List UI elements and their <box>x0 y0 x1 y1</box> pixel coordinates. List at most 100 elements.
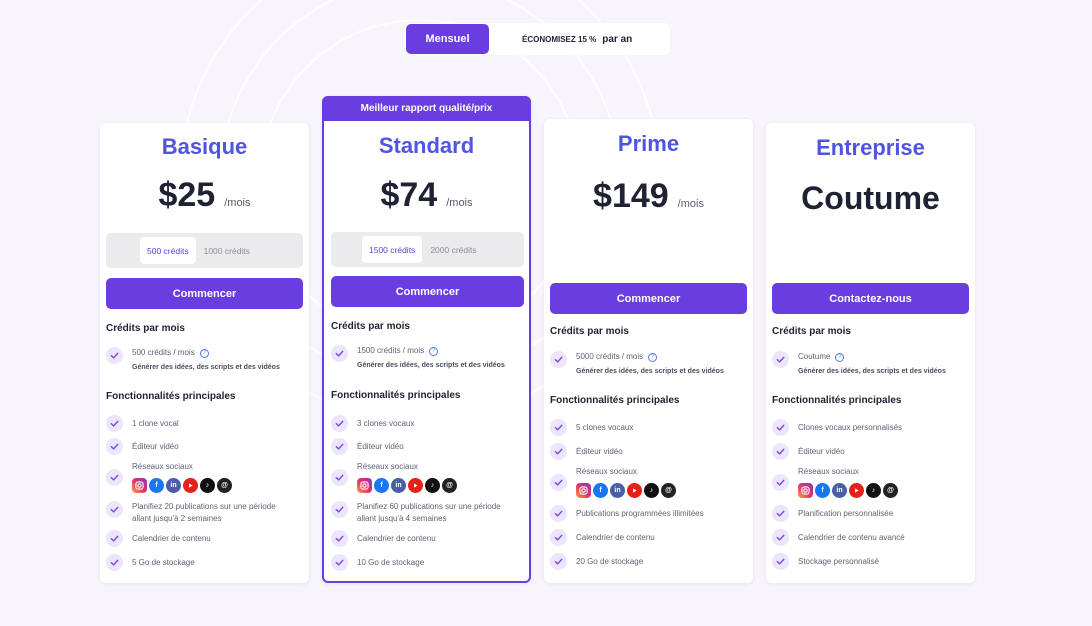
plan-name: Standard <box>378 133 475 158</box>
credits-sub: Générer des idées, des scripts et des vi… <box>132 364 280 371</box>
check-icon <box>772 443 789 460</box>
feature-text: Réseaux sociaux <box>357 462 418 471</box>
check-icon <box>331 415 348 432</box>
check-icon <box>331 530 348 547</box>
check-icon <box>106 469 123 486</box>
youtube-icon <box>408 478 423 493</box>
plan-price: Coutume <box>801 180 940 216</box>
facebook-icon: f <box>149 478 164 493</box>
start-button[interactable]: Commencer <box>106 278 303 309</box>
plan-name: Entreprise <box>816 135 925 160</box>
credits-toggle: 1500 crédits 2000 crédits <box>331 232 524 267</box>
instagram-icon <box>132 478 147 493</box>
features-title: Fonctionnalités principales <box>331 390 461 401</box>
instagram-icon <box>357 478 372 493</box>
feature-item: Calendrier de contenu <box>550 529 745 546</box>
feature-text: Réseaux sociaux <box>576 467 637 476</box>
feature-text: Planification personnalisée <box>798 509 894 518</box>
credits-sub: Générer des idées, des scripts et des vi… <box>357 362 505 369</box>
credits-title: Crédits par mois <box>331 321 410 332</box>
check-icon <box>331 554 348 571</box>
credits-line: 500 crédits / mois <box>132 348 195 357</box>
monthly-button[interactable]: Mensuel <box>406 24 489 54</box>
credits-item: Coutume? Générer des idées, des scripts … <box>772 351 967 378</box>
credits-option-active[interactable]: 500 crédits <box>140 237 196 264</box>
feature-item: Planifiez 60 publications sur une périod… <box>331 501 524 525</box>
features-title: Fonctionnalités principales <box>550 395 680 406</box>
credits-line: 5000 crédits / mois <box>576 352 644 361</box>
feature-item: Calendrier de contenu avancé <box>772 529 967 546</box>
feature-item: Éditeur vidéo <box>550 443 745 460</box>
credits-toggle: 500 crédits 1000 crédits <box>106 233 303 268</box>
tiktok-icon: ♪ <box>866 483 881 498</box>
linkedin-icon: in <box>610 483 625 498</box>
feature-text: 5 Go de stockage <box>132 558 195 567</box>
check-icon <box>550 474 567 491</box>
check-icon <box>772 529 789 546</box>
plan-price: $149 <box>593 177 669 215</box>
linkedin-icon: in <box>166 478 181 493</box>
feature-text: Calendrier de contenu <box>132 534 211 543</box>
plan-name: Basique <box>161 134 248 159</box>
check-icon <box>106 415 123 432</box>
info-icon[interactable]: ? <box>835 353 845 362</box>
feature-text: Éditeur vidéo <box>798 447 845 456</box>
facebook-icon: f <box>815 483 830 498</box>
billing-toggle: Mensuel ÉCONOMISEZ 15 % par an <box>405 23 670 55</box>
feature-text: Planifiez 60 publications sur une périod… <box>357 502 501 523</box>
credits-item: 5000 crédits / mois? Générer des idées, … <box>550 351 745 378</box>
feature-text: Planifiez 20 publications sur une périod… <box>132 502 276 523</box>
feature-item: 20 Go de stockage <box>550 553 745 570</box>
threads-icon: @ <box>661 483 676 498</box>
plan-price: $25 <box>158 176 216 214</box>
check-icon <box>331 345 348 362</box>
feature-item: Calendrier de contenu <box>331 530 524 547</box>
feature-item: 5 clones vocaux <box>550 419 745 436</box>
feature-text: Publications programmées illimitées <box>576 509 704 518</box>
plan-card-basique: Basique $25 /mois 500 crédits 1000 crédi… <box>100 123 309 583</box>
instagram-icon <box>798 483 813 498</box>
credits-option-active[interactable]: 1500 crédits <box>362 236 423 263</box>
contact-button[interactable]: Contactez-nous <box>772 283 969 314</box>
check-icon <box>550 529 567 546</box>
feature-item: Éditeur vidéo <box>331 438 524 455</box>
facebook-icon: f <box>593 483 608 498</box>
social-icons: f in ♪ @ <box>357 478 457 493</box>
start-button[interactable]: Commencer <box>550 283 747 314</box>
plan-name: Prime <box>617 131 680 156</box>
feature-item: Planifiez 20 publications sur une périod… <box>106 501 301 525</box>
feature-text: Réseaux sociaux <box>798 467 859 476</box>
start-button[interactable]: Commencer <box>331 276 524 307</box>
feature-item: 10 Go de stockage <box>331 554 524 571</box>
social-icons: f in ♪ @ <box>576 483 676 498</box>
feature-text: Éditeur vidéo <box>132 442 179 451</box>
feature-text: 1 clone vocal <box>132 419 179 428</box>
feature-item: Stockage personnalisé <box>772 553 967 570</box>
credits-title: Crédits par mois <box>772 326 851 337</box>
yearly-option[interactable]: ÉCONOMISEZ 15 % par an <box>522 34 632 45</box>
feature-text: Clones vocaux personnalisés <box>798 423 903 432</box>
check-icon <box>772 553 789 570</box>
credits-title: Crédits par mois <box>550 326 629 337</box>
check-icon <box>106 347 123 364</box>
credits-option[interactable]: 1000 crédits <box>204 246 250 256</box>
social-icons: f in ♪ @ <box>798 483 898 498</box>
info-icon[interactable]: ? <box>648 353 658 362</box>
feature-item: Réseaux sociaux f in ♪ @ <box>772 466 967 498</box>
youtube-icon <box>183 478 198 493</box>
feature-text: Éditeur vidéo <box>357 442 404 451</box>
info-icon[interactable]: ? <box>429 347 439 356</box>
youtube-icon <box>849 483 864 498</box>
check-icon <box>106 438 123 455</box>
social-icons: f in ♪ @ <box>132 478 232 493</box>
features-title: Fonctionnalités principales <box>772 395 902 406</box>
feature-item: Publications programmées illimitées <box>550 505 745 522</box>
check-icon <box>106 501 123 518</box>
feature-text: 20 Go de stockage <box>576 557 644 566</box>
plan-card-entreprise: Entreprise Coutume Contactez-nous Crédit… <box>766 123 975 583</box>
info-icon[interactable]: ? <box>199 349 209 358</box>
feature-text: Éditeur vidéo <box>576 447 623 456</box>
credits-sub: Générer des idées, des scripts et des vi… <box>576 368 724 375</box>
instagram-icon <box>576 483 591 498</box>
credits-option[interactable]: 2000 crédits <box>430 245 476 255</box>
